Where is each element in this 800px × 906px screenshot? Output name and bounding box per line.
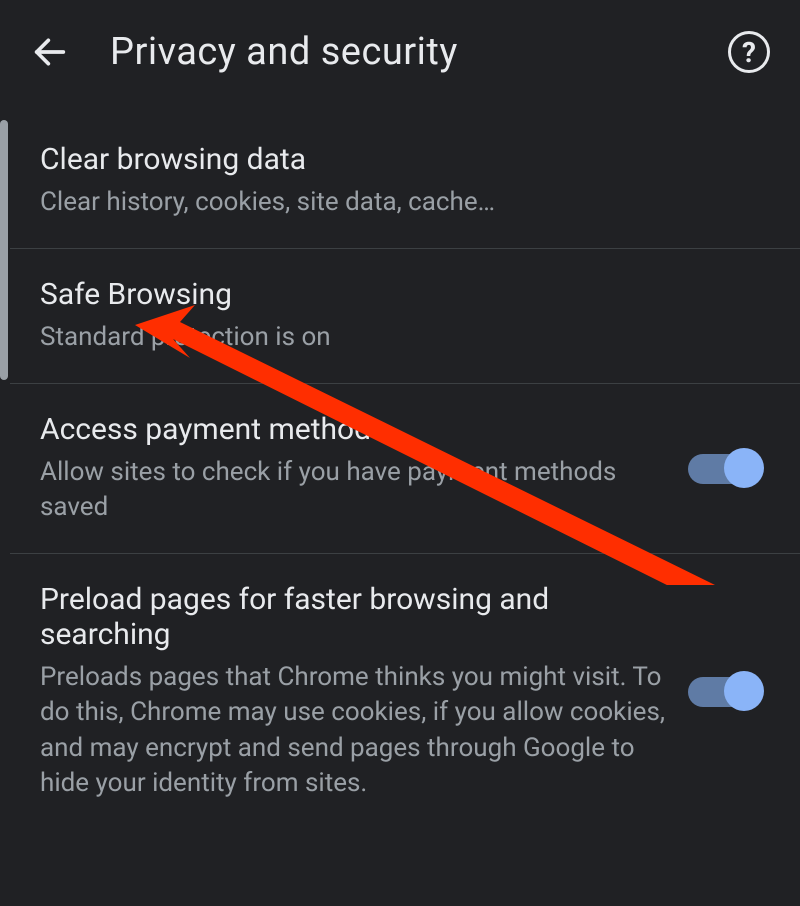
toggle-knob — [724, 448, 764, 488]
setting-subtitle: Preloads pages that Chrome thinks you mi… — [40, 660, 668, 800]
help-button[interactable]: ? — [728, 31, 770, 73]
toggle-payment-methods[interactable] — [688, 454, 760, 484]
help-icon: ? — [742, 36, 756, 69]
back-arrow-icon — [30, 32, 70, 72]
setting-text: Safe Browsing Standard protection is on — [40, 277, 770, 355]
setting-title: Clear browsing data — [40, 142, 770, 177]
setting-access-payment-methods[interactable]: Access payment methods Allow sites to ch… — [10, 383, 800, 553]
setting-title: Preload pages for faster browsing and se… — [40, 582, 668, 652]
setting-title: Access payment methods — [40, 412, 668, 447]
setting-clear-browsing-data[interactable]: Clear browsing data Clear history, cooki… — [10, 114, 800, 248]
setting-safe-browsing[interactable]: Safe Browsing Standard protection is on — [10, 248, 800, 383]
setting-text: Access payment methods Allow sites to ch… — [40, 412, 668, 525]
setting-text: Preload pages for faster browsing and se… — [40, 582, 668, 800]
back-button[interactable] — [30, 32, 70, 72]
setting-subtitle: Standard protection is on — [40, 320, 770, 355]
toggle-preload-pages[interactable] — [688, 677, 760, 707]
page-title: Privacy and security — [110, 30, 688, 74]
setting-preload-pages[interactable]: Preload pages for faster browsing and se… — [10, 553, 800, 828]
settings-list: Clear browsing data Clear history, cooki… — [0, 114, 800, 829]
setting-subtitle: Allow sites to check if you have payment… — [40, 455, 668, 525]
toggle-knob — [724, 671, 764, 711]
setting-subtitle: Clear history, cookies, site data, cache… — [40, 185, 770, 220]
header: Privacy and security ? — [0, 0, 800, 114]
setting-text: Clear browsing data Clear history, cooki… — [40, 142, 770, 220]
setting-title: Safe Browsing — [40, 277, 770, 312]
